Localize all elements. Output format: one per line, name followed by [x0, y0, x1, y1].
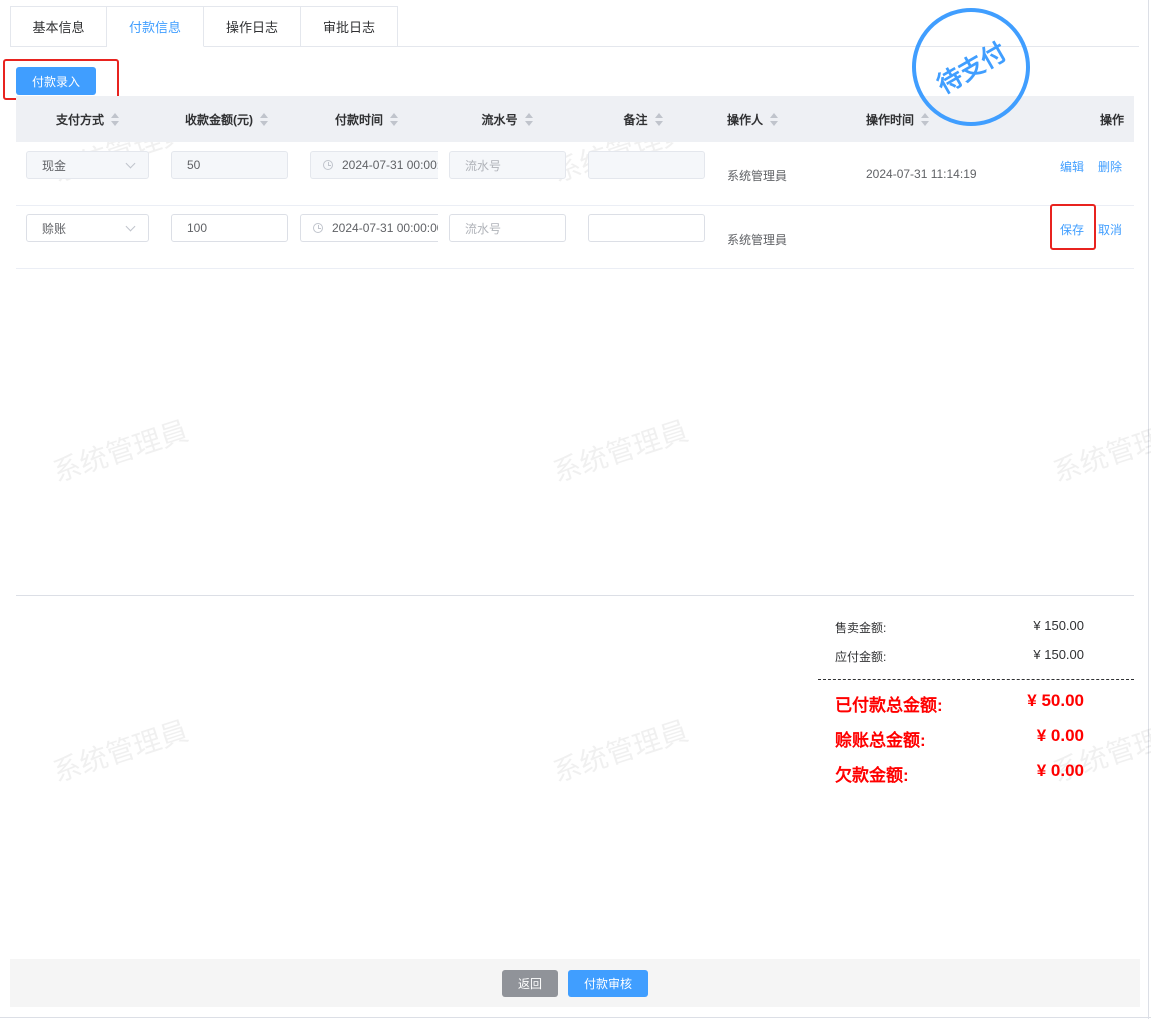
select-value: 赊账: [42, 221, 67, 236]
watermark: 系统管理員: [49, 715, 192, 788]
watermark: 系统管理員: [549, 415, 692, 488]
owed-amount-value: ¥ 0.00: [1036, 761, 1084, 780]
watermark: 系统管理員: [1049, 415, 1151, 488]
summary-divider: [818, 679, 1134, 680]
sort-icon[interactable]: [921, 112, 930, 126]
amount-input[interactable]: 100: [171, 214, 288, 242]
sort-icon[interactable]: [770, 112, 779, 126]
input-value: 100: [187, 221, 208, 235]
header-label: 付款时间: [334, 112, 383, 127]
input-value: 2024-07-31 00:00:00: [342, 158, 438, 172]
header-label: 操作时间: [866, 112, 915, 127]
sort-icon[interactable]: [524, 112, 534, 126]
input-value: 50: [187, 158, 201, 172]
payment-audit-button[interactable]: 付款审核: [568, 970, 648, 997]
op-time-text: 2024-07-31 11:14:19: [866, 167, 977, 181]
column-header-time[interactable]: 付款时间: [294, 96, 440, 142]
note-input[interactable]: [588, 214, 705, 242]
sort-icon[interactable]: [390, 112, 399, 126]
select-value: 现金: [42, 158, 67, 173]
sort-icon[interactable]: [111, 112, 120, 126]
clock-icon: [323, 160, 333, 170]
header-label: 流水号: [481, 112, 518, 127]
column-header-method[interactable]: 支付方式: [16, 96, 160, 142]
serial-input[interactable]: 流水号: [449, 151, 566, 179]
column-header-actions: 操作: [1100, 96, 1124, 142]
watermark: 系统管理員: [49, 415, 192, 488]
note-input[interactable]: [588, 151, 705, 179]
placeholder: 流水号: [465, 158, 502, 173]
method-select[interactable]: 赊账: [26, 214, 149, 242]
header-label: 支付方式: [55, 112, 104, 127]
sale-amount-label: 售卖金额:: [835, 621, 887, 635]
chevron-down-icon: [125, 158, 136, 169]
time-picker[interactable]: 2024-07-31 00:00:00: [310, 151, 438, 179]
column-header-operator[interactable]: 操作人: [727, 96, 779, 142]
header-label: 备注: [623, 112, 648, 127]
input-value: 2024-07-31 00:00:00: [332, 221, 438, 235]
tab-payment-info[interactable]: 付款信息: [107, 6, 204, 47]
clock-icon: [313, 223, 323, 233]
paid-total-value: ¥ 50.00: [1027, 691, 1084, 710]
column-header-amount[interactable]: 收款金额(元): [160, 96, 294, 142]
tab-operation-log[interactable]: 操作日志: [204, 6, 301, 47]
amount-input[interactable]: 50: [171, 151, 288, 179]
method-select[interactable]: 现金: [26, 151, 149, 179]
operator-text: 系统管理員: [727, 169, 788, 183]
sort-icon[interactable]: [654, 112, 664, 126]
tab-basic-info[interactable]: 基本信息: [10, 6, 107, 47]
column-header-op-time[interactable]: 操作时间: [866, 96, 930, 142]
tab-approval-log[interactable]: 审批日志: [301, 6, 398, 47]
cancel-link[interactable]: 取消: [1098, 221, 1122, 238]
time-picker[interactable]: 2024-07-31 00:00:00: [300, 214, 438, 242]
frame-border-bottom: [0, 1017, 1151, 1018]
credit-total-value: ¥ 0.00: [1036, 726, 1084, 745]
column-header-note[interactable]: 备注: [575, 96, 712, 142]
paid-total-label: 已付款总金额:: [835, 696, 943, 715]
payable-amount-value: ¥ 150.00: [1033, 647, 1084, 662]
edit-link[interactable]: 编辑: [1060, 158, 1084, 175]
sale-amount-value: ¥ 150.00: [1033, 618, 1084, 633]
column-header-serial[interactable]: 流水号: [440, 96, 575, 142]
row-divider: [16, 268, 1134, 269]
operator-text: 系统管理員: [727, 233, 788, 247]
watermark: 系统管理員: [549, 715, 692, 788]
header-label: 操作人: [727, 112, 764, 127]
delete-link[interactable]: 删除: [1098, 158, 1122, 175]
save-link[interactable]: 保存: [1060, 221, 1084, 238]
stamp-text: 待支付: [932, 37, 1012, 100]
header-label: 收款金额(元): [185, 112, 253, 127]
placeholder: 流水号: [465, 221, 502, 236]
payable-amount-label: 应付金额:: [835, 650, 887, 664]
row-divider: [16, 205, 1134, 206]
chevron-down-icon: [125, 221, 136, 232]
serial-input[interactable]: 流水号: [449, 214, 566, 242]
add-payment-button[interactable]: 付款录入: [16, 67, 96, 95]
owed-amount-label: 欠款金额:: [835, 766, 909, 785]
header-label: 操作: [1100, 112, 1125, 127]
table-bottom-border: [16, 595, 1134, 596]
credit-total-label: 赊账总金额:: [835, 731, 926, 750]
back-button[interactable]: 返回: [502, 970, 558, 997]
sort-icon[interactable]: [260, 112, 269, 126]
frame-border-right: [1148, 0, 1149, 1019]
